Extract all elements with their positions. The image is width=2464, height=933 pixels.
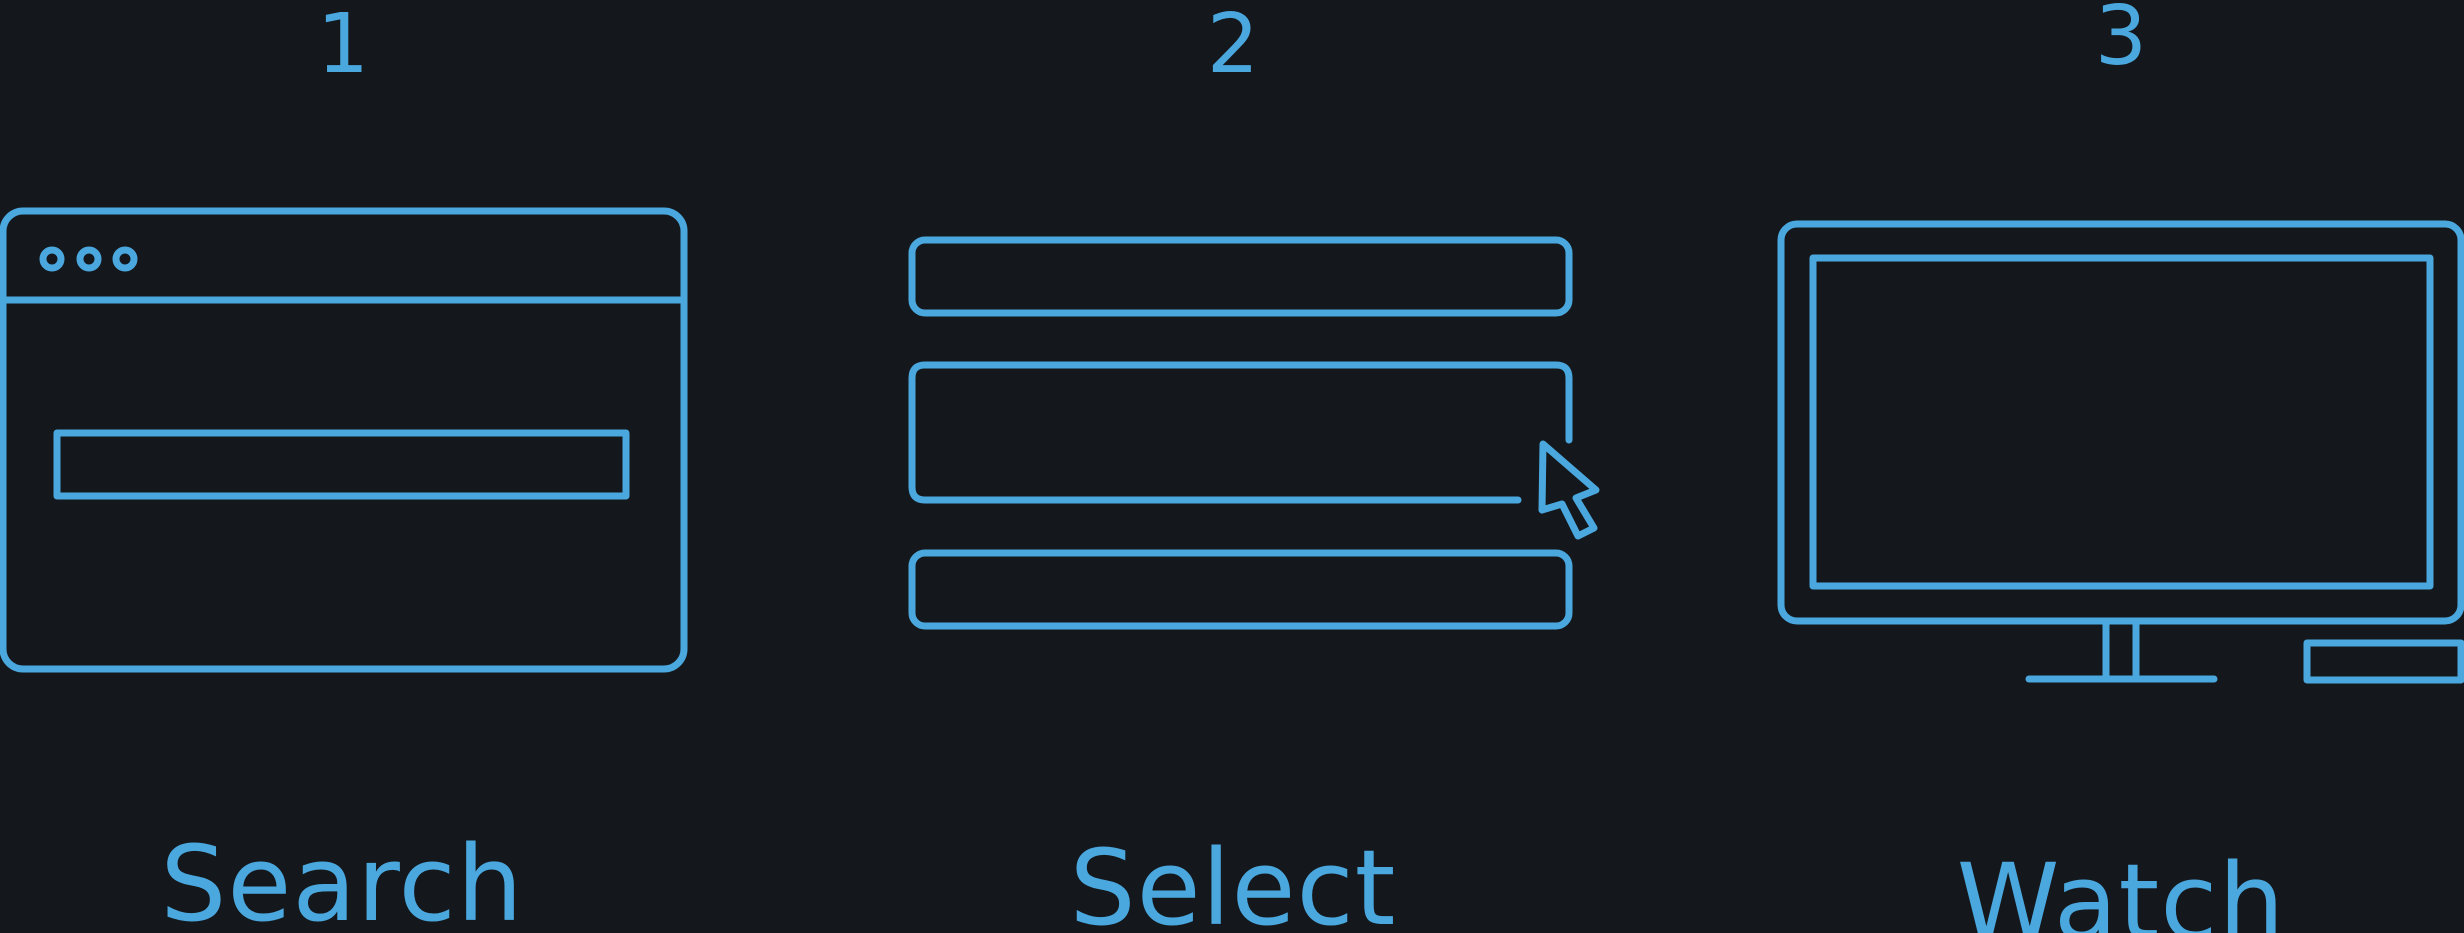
list-with-cursor-icon bbox=[908, 236, 1600, 630]
pointer-cursor-icon bbox=[1538, 440, 1600, 540]
browser-window-icon bbox=[0, 207, 688, 673]
search-bar-icon bbox=[53, 429, 630, 500]
set-top-box-icon bbox=[2303, 639, 2464, 684]
steps-illustration: 1 Search 2 Select 3 Watch bbox=[0, 0, 2464, 933]
tv-monitor-icon bbox=[1777, 220, 2464, 684]
icons-layer bbox=[0, 207, 2464, 684]
